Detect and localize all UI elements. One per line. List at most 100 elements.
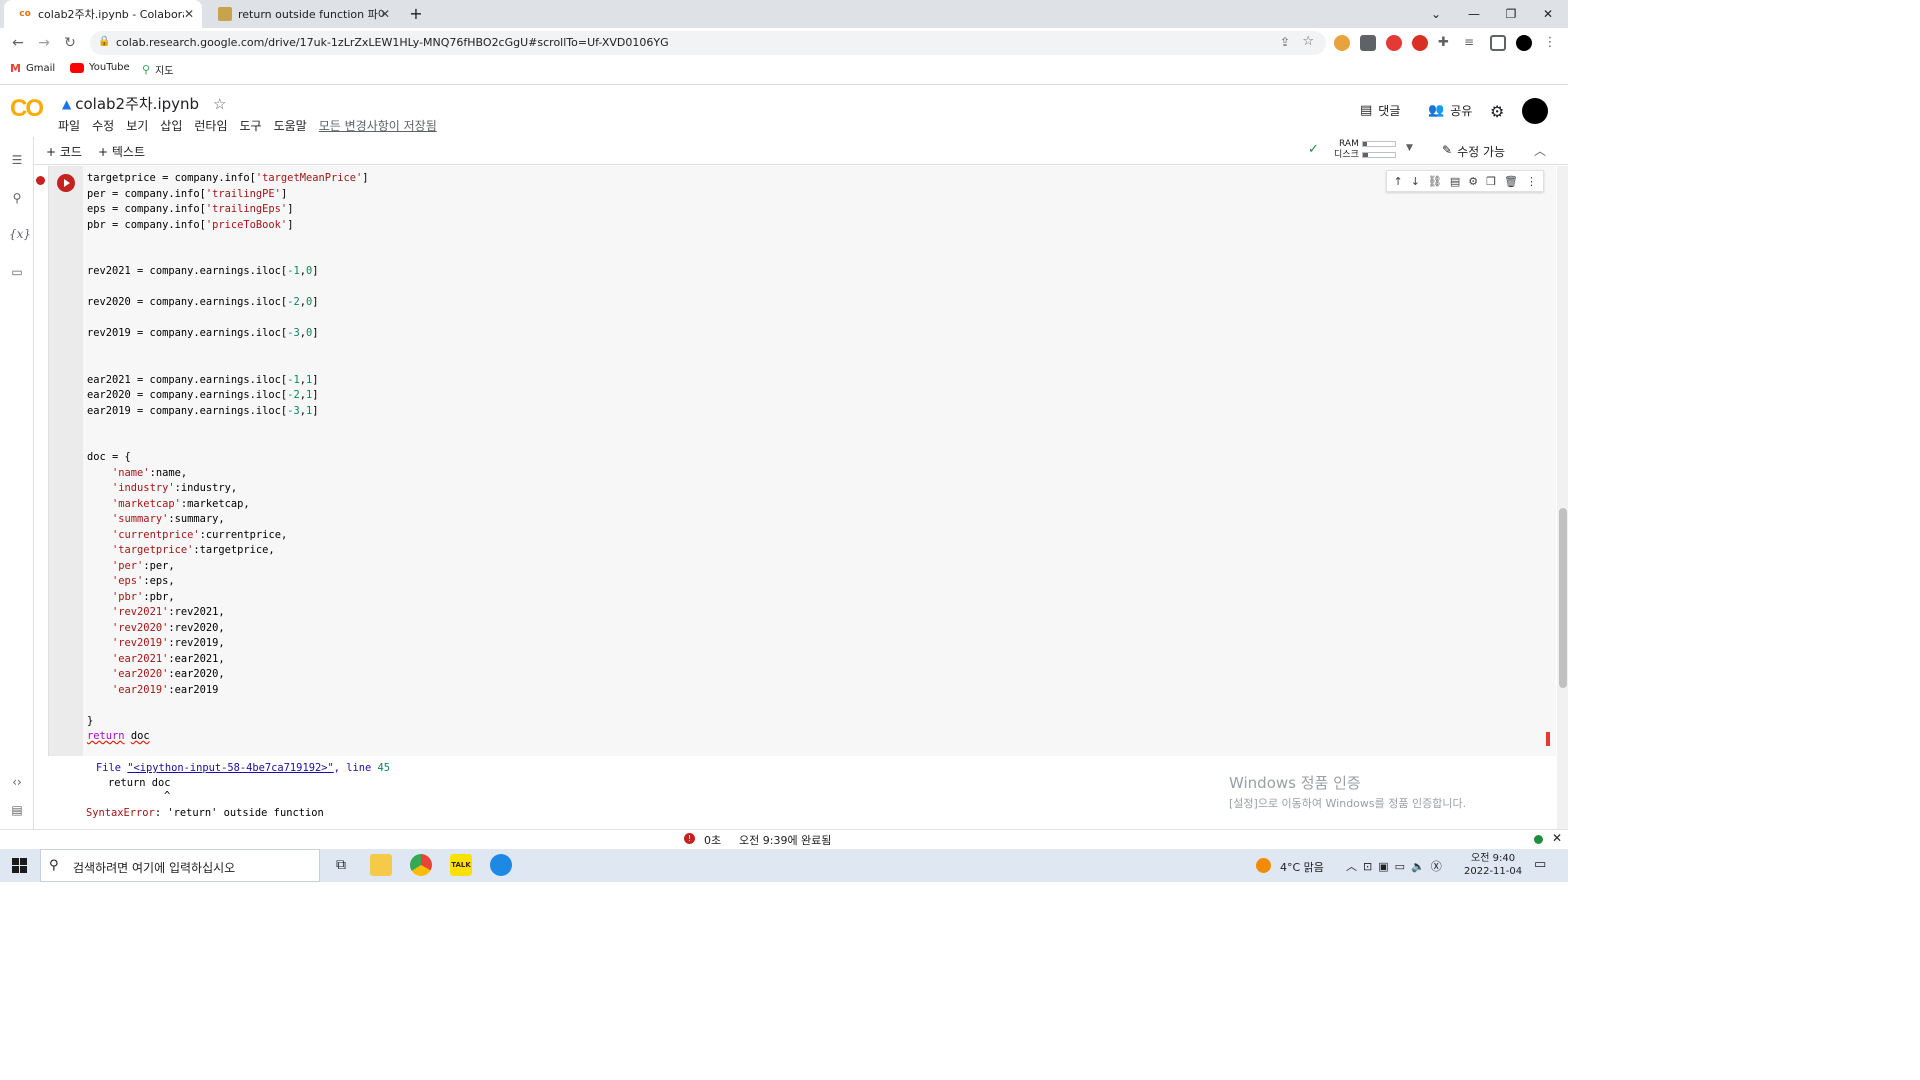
collapse-header-icon[interactable]: ︿ [1534,142,1546,159]
code-cell[interactable]: targetprice = company.info['targetMeanPr… [48,166,1556,756]
code-line[interactable]: 'summary':summary, [87,512,1547,528]
menu-help[interactable]: 도움말 [274,117,307,134]
delete-icon[interactable]: 🗑 [1504,175,1518,188]
comment-cell-icon[interactable]: ▤ [1450,175,1460,188]
add-code-button[interactable]: + 코드 [46,143,82,160]
extension-play-icon[interactable] [1412,35,1428,51]
star-icon[interactable]: ☆ [213,95,226,113]
notebook-scrollbar[interactable] [1557,166,1568,829]
mirror-cell-icon[interactable]: ❐ [1486,175,1496,188]
move-up-icon[interactable]: ↑ [1393,175,1402,188]
share-button[interactable]: 👥 공유 [1428,102,1472,119]
notebook-title[interactable]: colab2주차.ipynb [75,93,199,114]
menu-file[interactable]: 파일 [58,117,80,134]
code-line[interactable]: ear2020 = company.earnings.iloc[-2,1] [87,388,1547,404]
close-tab-icon[interactable]: ✕ [184,7,194,21]
code-line[interactable]: 'ear2019':ear2019 [87,683,1547,699]
windows-start-icon[interactable] [12,858,27,873]
menu-view[interactable]: 보기 [126,117,148,134]
kakaotalk-icon[interactable]: TALK [450,854,472,876]
code-line[interactable] [87,311,1547,327]
code-snippets-icon[interactable]: ‹› [9,775,25,791]
close-tab-icon[interactable]: ✕ [380,7,390,21]
code-line[interactable]: 'targetprice':targetprice, [87,543,1547,559]
code-line[interactable]: per = company.info['trailingPE'] [87,187,1547,203]
command-palette-icon[interactable]: ▤ [9,803,25,819]
traceback-file-link[interactable]: "<ipython-input-58-4be7ca719192>" [127,762,333,774]
code-line[interactable]: 'rev2021':rev2021, [87,605,1547,621]
code-line[interactable] [87,342,1547,358]
comment-button[interactable]: ▤ 댓글 [1360,102,1400,119]
resources-dropdown-icon[interactable]: ▼ [1406,143,1413,153]
more-options-icon[interactable]: ⋮ [1526,175,1537,188]
notification-icon[interactable]: ▭ [1534,857,1546,872]
code-line[interactable]: 'rev2019':rev2019, [87,636,1547,652]
code-line[interactable] [87,419,1547,435]
run-cell-button[interactable] [57,174,75,192]
code-line[interactable] [87,280,1547,296]
taskbar-search-box[interactable]: ⚲ 검색하려면 여기에 입력하십시오 [40,849,320,882]
bookmark-star-icon[interactable]: ☆ [1302,34,1314,49]
share-page-icon[interactable]: ⇪ [1280,35,1290,49]
forward-icon[interactable]: → [34,33,54,53]
code-line[interactable]: 'name':name, [87,466,1547,482]
variables-icon[interactable]: {x} [9,227,31,243]
code-line[interactable]: rev2021 = company.earnings.iloc[-1,0] [87,264,1547,280]
side-panel-icon[interactable] [1490,35,1506,51]
close-status-icon[interactable]: ✕ [1552,831,1562,845]
profile-avatar[interactable] [1516,35,1532,51]
colab-logo[interactable]: CO [10,95,44,123]
clock[interactable]: 오전 9:40 2022-11-04 [1464,852,1522,878]
code-line[interactable] [87,233,1547,249]
files-folder-icon[interactable]: ▭ [9,265,25,281]
restore-icon[interactable]: ❐ [1501,4,1521,24]
settings-gear-icon[interactable]: ⚙ [1490,102,1504,121]
user-avatar[interactable] [1522,98,1548,124]
code-line[interactable]: 'currentprice':currentprice, [87,528,1547,544]
extension-reader-icon[interactable] [1360,35,1376,51]
execution-time[interactable]: 0초 [704,832,721,848]
media-queue-icon[interactable]: ≡ [1464,35,1480,51]
code-line[interactable]: return doc [87,729,1547,745]
code-line[interactable]: pbr = company.info['priceToBook'] [87,218,1547,234]
code-line[interactable]: 'eps':eps, [87,574,1547,590]
minimize-icon[interactable]: — [1464,4,1484,24]
menu-insert[interactable]: 삽입 [160,117,182,134]
task-view-icon[interactable]: ⧉ [330,854,352,876]
code-line[interactable]: 'rev2020':rev2020, [87,621,1547,637]
cell-settings-icon[interactable]: ⚙ [1468,175,1478,188]
reload-icon[interactable]: ↻ [60,33,80,53]
code-line[interactable]: doc = { [87,450,1547,466]
address-bar[interactable]: 🔒 colab.research.google.com/drive/17uk-1… [90,31,1326,55]
code-line[interactable]: 'pbr':pbr, [87,590,1547,606]
code-line[interactable]: rev2020 = company.earnings.iloc[-2,0] [87,295,1547,311]
new-tab-button[interactable]: + [406,4,426,24]
resource-labels[interactable]: RAM 디스크 [1334,139,1359,161]
link-icon[interactable]: ⛓ [1428,175,1442,188]
code-line[interactable] [87,698,1547,714]
code-line[interactable]: 'marketcap':marketcap, [87,497,1547,513]
lock-icon[interactable]: 🔒 [98,36,110,47]
code-line[interactable]: targetprice = company.info['targetMeanPr… [87,171,1547,187]
code-line[interactable]: 'industry':industry, [87,481,1547,497]
tab-search-icon[interactable]: ⌄ [1426,4,1446,24]
code-line[interactable]: eps = company.info['trailingEps'] [87,202,1547,218]
tab-search-result[interactable]: return outside function 파이썬 · ✕ [204,0,398,28]
code-line[interactable]: rev2019 = company.earnings.iloc[-3,0] [87,326,1547,342]
extensions-puzzle-icon[interactable]: ✚ [1438,35,1454,51]
move-down-icon[interactable]: ↓ [1411,175,1420,188]
code-line[interactable] [87,357,1547,373]
app-blue-icon[interactable] [490,854,512,876]
code-line[interactable]: ear2019 = company.earnings.iloc[-3,1] [87,404,1547,420]
code-line[interactable]: } [87,714,1547,730]
back-icon[interactable]: ← [8,33,28,53]
code-line[interactable]: 'ear2021':ear2021, [87,652,1547,668]
bookmark-youtube[interactable]: YouTube [70,62,130,73]
execution-status[interactable]: 오전 9:39에 완료됨 [739,832,831,848]
saved-status[interactable]: 모든 변경사항이 저장됨 [319,117,437,134]
code-editor[interactable]: targetprice = company.info['targetMeanPr… [87,166,1547,756]
file-explorer-icon[interactable] [370,854,392,876]
code-line[interactable]: ear2021 = company.earnings.iloc[-1,1] [87,373,1547,389]
browser-menu-icon[interactable]: ⋮ [1542,35,1558,51]
weather-text[interactable]: 4°C 맑음 [1280,859,1324,875]
